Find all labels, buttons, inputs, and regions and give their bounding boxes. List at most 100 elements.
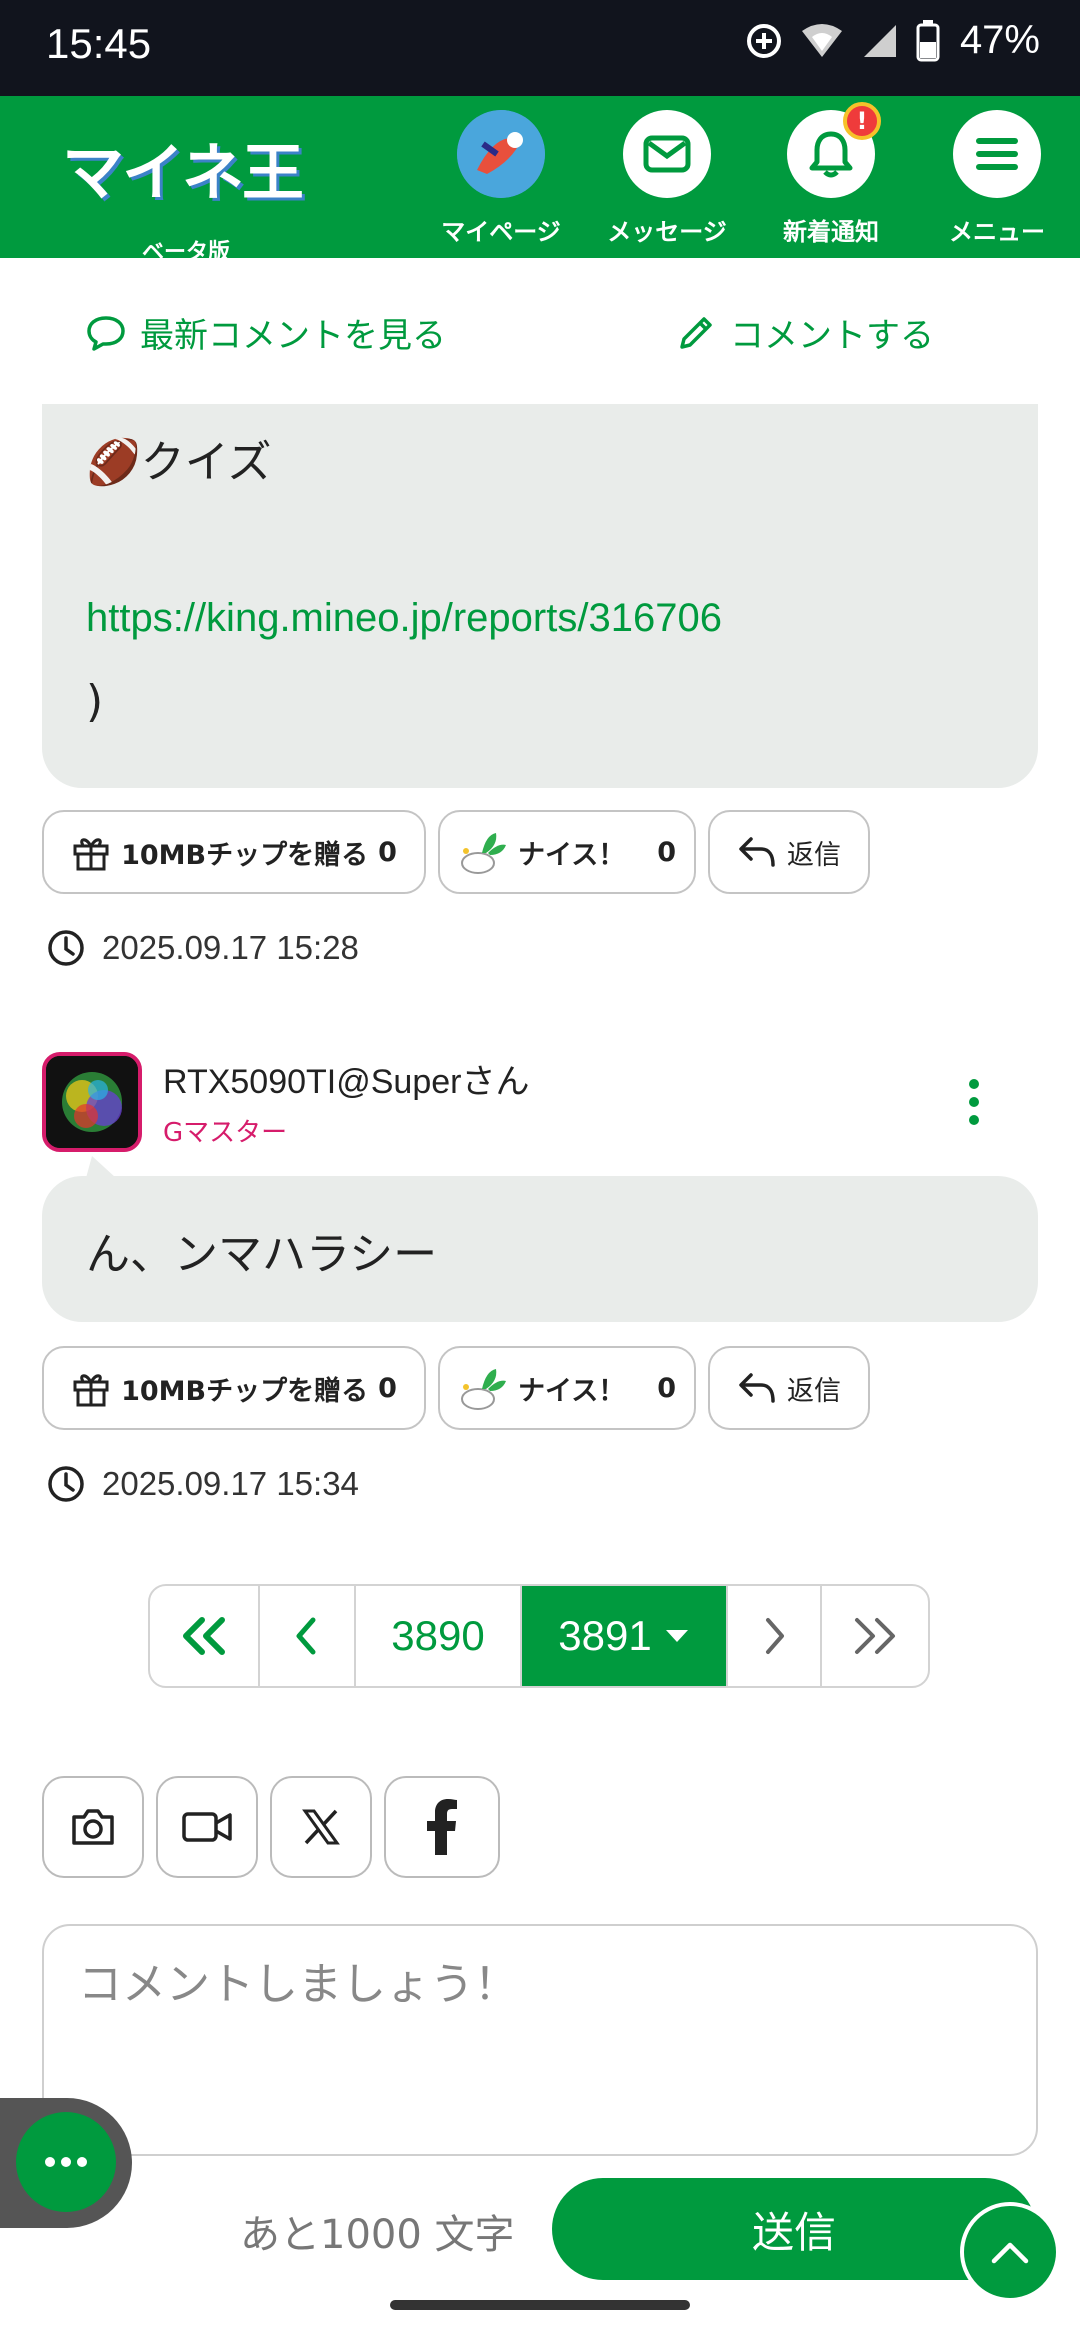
nav-messages[interactable]: メッセージ <box>592 110 742 247</box>
tip-button[interactable]: 10MBチップを贈る 0 <box>42 1346 426 1430</box>
comment-timestamp: 2025.09.17 15:34 <box>46 1464 359 1504</box>
bell-icon-wrap: ! <box>787 102 881 198</box>
write-comment-label: コメントする <box>730 316 934 356</box>
user-name[interactable]: RTX5090TI@Superさん <box>163 1054 529 1103</box>
reply-icon <box>739 837 775 867</box>
comment-text-line: ) <box>86 676 104 727</box>
nav-notifications-label: 新着通知 <box>783 218 879 246</box>
user-rank: Gマスター <box>163 1118 288 1148</box>
camera-icon <box>72 1809 114 1845</box>
reply-button[interactable]: 返信 <box>708 1346 870 1430</box>
nice-label: ナイス！ <box>518 839 626 871</box>
nav-menu[interactable]: メニュー <box>922 110 1072 247</box>
next-page-button[interactable] <box>728 1586 822 1686</box>
facebook-logo-icon <box>427 1799 457 1855</box>
signal-icon <box>863 24 896 57</box>
share-x-button[interactable] <box>270 1776 372 1878</box>
mail-icon-wrap <box>623 110 711 198</box>
nice-mascot-icon <box>461 833 506 874</box>
tip-label: 10MBチップを贈る <box>121 839 369 871</box>
wifi-icon <box>801 23 842 57</box>
notification-badge: ! <box>843 102 881 140</box>
current-page-button[interactable]: 3891 <box>522 1586 728 1686</box>
chevron-up-icon <box>991 2242 1029 2264</box>
comment-timestamp: 2025.09.17 15:28 <box>46 928 359 968</box>
my-avatar <box>457 110 545 198</box>
write-comment-link[interactable]: コメントする <box>676 308 934 357</box>
floating-menu-tab <box>0 2098 132 2228</box>
reply-button[interactable]: 返信 <box>708 810 870 894</box>
menu-icon-wrap <box>953 110 1041 198</box>
attach-photo-button[interactable] <box>42 1776 144 1878</box>
comment-reaction-row: 10MBチップを贈る 0 ナイス！ 0 返信 <box>42 1346 870 1430</box>
gift-icon <box>73 838 109 871</box>
gesture-home-bar[interactable] <box>390 2300 690 2310</box>
timestamp-text: 2025.09.17 15:28 <box>102 929 359 966</box>
nice-mascot-icon <box>461 1369 506 1410</box>
comment-bubble: 🏈クイズ https://king.mineo.jp/reports/31670… <box>42 404 1038 788</box>
status-bar: 15:45 47% <box>0 0 1080 96</box>
tip-count: 0 <box>378 1372 397 1404</box>
mail-icon <box>643 135 691 173</box>
current-page-number: 3891 <box>558 1612 652 1659</box>
comment-text-line: 🏈クイズ <box>86 437 272 488</box>
data-saver-icon <box>746 23 781 58</box>
user-avatar-image-icon <box>46 1056 138 1148</box>
tip-label: 10MBチップを贈る <box>121 1375 369 1407</box>
nice-button[interactable]: ナイス！ 0 <box>438 1346 696 1430</box>
caret-down-icon <box>665 1630 688 1642</box>
chevron-left-icon <box>296 1617 316 1655</box>
tip-count: 0 <box>378 836 397 868</box>
reply-label: 返信 <box>787 839 841 871</box>
status-time: 15:45 <box>46 20 152 67</box>
timestamp-text: 2025.09.17 15:34 <box>102 1465 359 1502</box>
double-chevron-left-icon <box>183 1617 225 1655</box>
clock-icon <box>48 1466 84 1502</box>
ellipsis-icon <box>45 2157 87 2167</box>
first-page-button[interactable] <box>150 1586 260 1686</box>
reply-label: 返信 <box>787 1375 841 1407</box>
latest-comments-label: 最新コメントを見る <box>140 316 446 356</box>
tip-button[interactable]: 10MBチップを贈る 0 <box>42 810 426 894</box>
comment-bubble: ん、ンマハラシー <box>42 1176 1038 1322</box>
nice-button[interactable]: ナイス！ 0 <box>438 810 696 894</box>
reply-icon <box>739 1373 775 1403</box>
page-button[interactable]: 3890 <box>356 1586 522 1686</box>
report-link[interactable]: https://king.mineo.jp/reports/316706 <box>86 596 722 641</box>
battery-percent: 47% <box>959 18 1040 62</box>
share-facebook-button[interactable] <box>384 1776 500 1878</box>
site-logo[interactable]: マイネ王 ベータ版 <box>62 122 304 265</box>
user-avatar[interactable] <box>42 1052 142 1152</box>
nav-notifications[interactable]: ! 新着通知 <box>756 102 906 247</box>
status-icons: 47% <box>744 18 1040 63</box>
prev-page-button[interactable] <box>260 1586 356 1686</box>
bubble-tail <box>86 1156 116 1178</box>
logo-text: マイネ王 <box>62 136 304 209</box>
gift-icon <box>73 1374 109 1407</box>
more-actions-button[interactable] <box>16 2112 116 2212</box>
hamburger-icon <box>976 138 1018 170</box>
video-camera-icon <box>182 1812 232 1842</box>
comment-reaction-row: 10MBチップを贈る 0 ナイス！ 0 返信 <box>42 810 870 894</box>
chevron-right-icon <box>766 1618 784 1654</box>
comment-textarea[interactable]: コメントしましょう！ <box>42 1924 1038 2156</box>
attach-video-button[interactable] <box>156 1776 258 1878</box>
nav-mypage[interactable]: マイページ <box>426 110 576 247</box>
battery-icon <box>916 19 940 61</box>
last-page-button[interactable] <box>822 1586 928 1686</box>
bell-icon <box>809 131 853 178</box>
nice-count: 0 <box>657 836 676 868</box>
app-header: マイネ王 ベータ版 マイページ メッセージ ! 新着通知 メニュー <box>0 96 1080 265</box>
nice-label: ナイス！ <box>518 1375 626 1407</box>
pencil-icon <box>680 316 712 349</box>
double-chevron-right-icon <box>855 1618 895 1654</box>
x-logo-icon <box>302 1809 340 1845</box>
comment-actions-bar: 最新コメントを見る コメントする <box>0 258 1080 408</box>
pagination: 3890 3891 <box>148 1584 930 1688</box>
more-options-icon[interactable] <box>962 1076 986 1128</box>
latest-comments-link[interactable]: 最新コメントを見る <box>86 308 446 357</box>
nav-messages-label: メッセージ <box>607 218 727 246</box>
comment-text: ん、ンマハラシー <box>86 1229 438 1280</box>
scroll-to-top-button[interactable] <box>960 2202 1060 2302</box>
avatar-image-icon <box>457 110 545 198</box>
